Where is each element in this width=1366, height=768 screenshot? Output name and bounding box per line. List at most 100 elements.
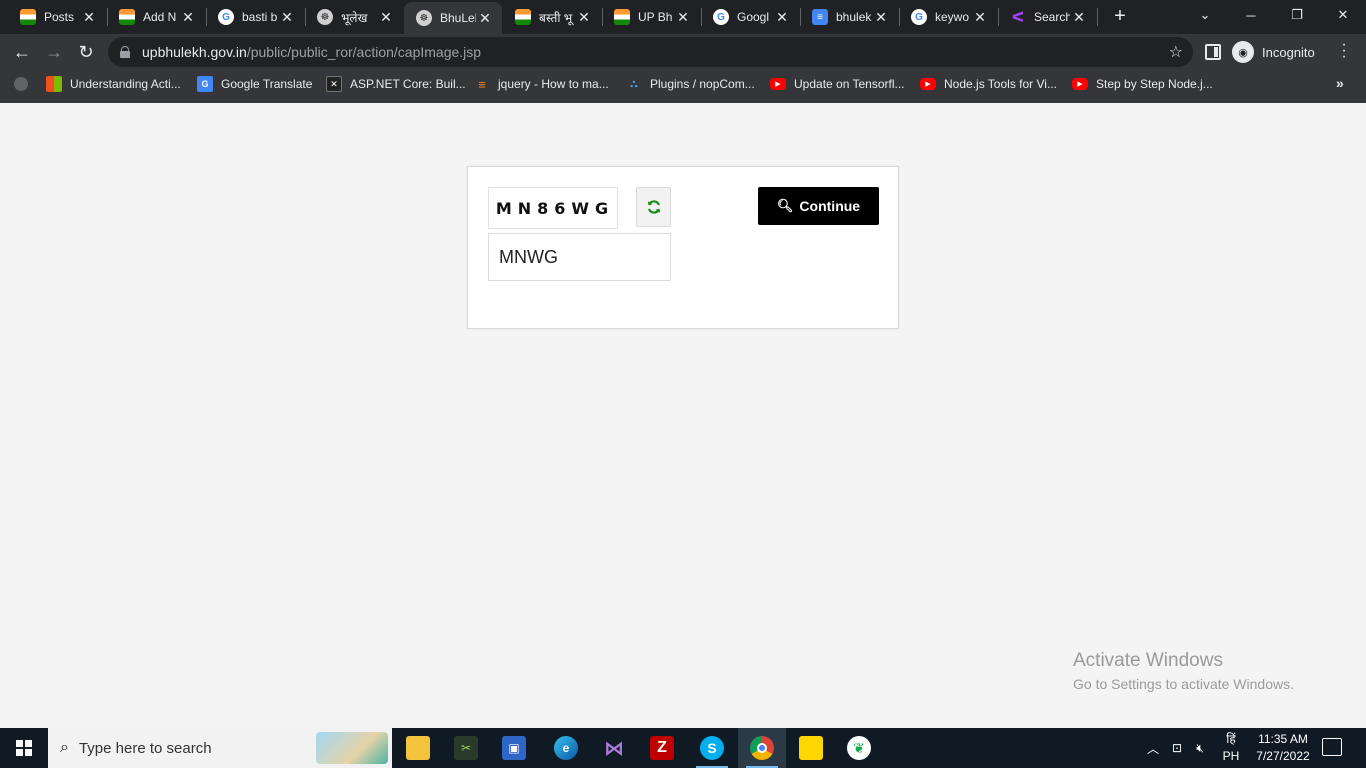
- tab-search[interactable]: ᐸ Search ✕: [998, 0, 1096, 34]
- remote-desktop-icon: ▣: [502, 736, 526, 760]
- browser-menu-icon[interactable]: · · ·: [1337, 37, 1351, 65]
- bookmark-label: Step by Step Node.j...: [1096, 77, 1213, 91]
- search-k-icon: ᐸ: [1011, 8, 1025, 25]
- tab-basti[interactable]: G basti b ✕: [206, 0, 304, 34]
- restore-icon[interactable]: ❐: [1274, 0, 1320, 30]
- microsoft-icon: [46, 76, 62, 92]
- refresh-captcha-button[interactable]: [636, 187, 671, 227]
- bookmark-google-translate[interactable]: G Google Translate: [197, 70, 312, 98]
- close-icon[interactable]: ✕: [872, 8, 890, 26]
- side-panel-icon[interactable]: [1205, 44, 1221, 60]
- tab-up-bhulekh[interactable]: UP Bh ✕: [602, 0, 700, 34]
- new-tab-button[interactable]: +: [1108, 4, 1132, 28]
- apps-globe-icon[interactable]: [14, 77, 28, 91]
- forward-icon[interactable]: →: [40, 38, 68, 66]
- refresh-icon: [647, 200, 660, 214]
- continue-button[interactable]: 🔍︎ Continue: [758, 187, 879, 225]
- tab-title: UP Bh: [638, 10, 673, 24]
- window-close-icon[interactable]: ✕: [1320, 0, 1366, 30]
- volume-muted-icon[interactable]: 🔇︎: [1190, 728, 1210, 768]
- reload-icon[interactable]: ↻: [72, 38, 100, 66]
- address-bar[interactable]: upbhulekh.gov.in/public/public_ror/actio…: [108, 37, 1193, 67]
- tab-title: Add N: [143, 10, 177, 24]
- close-icon[interactable]: ✕: [971, 8, 989, 26]
- input-language-indicator[interactable]: हिं PH: [1220, 731, 1242, 765]
- bookmark-aspnet[interactable]: ✕ ASP.NET Core: Buil...: [326, 70, 466, 98]
- tab-basti-hindi[interactable]: बस्ती भू ✕: [503, 0, 601, 34]
- url-host: upbhulekh.gov.in: [142, 44, 247, 60]
- bookmark-step-by-step[interactable]: ▶ Step by Step Node.j...: [1072, 70, 1213, 98]
- taskbar-remote-desktop[interactable]: ▣: [490, 728, 538, 768]
- notification-center-icon[interactable]: [1322, 738, 1342, 756]
- incognito-icon: ◉: [1232, 41, 1254, 63]
- back-icon[interactable]: ←: [8, 38, 36, 66]
- taskbar-chrome[interactable]: [738, 728, 786, 768]
- tab-google[interactable]: G Googl ✕: [701, 0, 799, 34]
- taskbar-search-box[interactable]: ⌕ Type here to search: [48, 728, 392, 768]
- taskbar-filezilla[interactable]: Z: [638, 728, 686, 768]
- captcha-input[interactable]: [488, 233, 671, 281]
- tab-posts[interactable]: Posts ✕: [8, 0, 106, 34]
- up-emblem-icon: ☸: [317, 9, 333, 25]
- close-icon[interactable]: ✕: [377, 8, 395, 26]
- tab-title: Search: [1034, 10, 1070, 24]
- tab-title: BhuLel: [440, 11, 476, 25]
- india-flag-icon: [119, 9, 135, 25]
- close-icon[interactable]: ✕: [1070, 8, 1088, 26]
- tab-title: Posts: [44, 10, 75, 24]
- bookmark-tensorflow[interactable]: ▶ Update on Tensorfl...: [770, 70, 905, 98]
- close-icon[interactable]: ✕: [773, 8, 791, 26]
- network-icon[interactable]: ⊡: [1168, 728, 1186, 768]
- tab-bhulek-doc[interactable]: ≡ bhulek ✕: [800, 0, 898, 34]
- more-bookmarks-icon[interactable]: »: [1336, 75, 1344, 91]
- tab-keyword[interactable]: G keywo ✕: [899, 0, 997, 34]
- captcha-card: MN86WG 🔍︎ Continue: [467, 166, 899, 329]
- show-hidden-icons-chevron[interactable]: ︿: [1144, 728, 1162, 768]
- bookmark-label: Plugins / nopCom...: [650, 77, 755, 91]
- bookmark-understanding[interactable]: Understanding Acti...: [46, 70, 181, 98]
- incognito-profile-button[interactable]: ◉ Incognito: [1232, 39, 1315, 65]
- close-icon[interactable]: ✕: [278, 8, 296, 26]
- key-icon: 🔍︎: [776, 198, 794, 213]
- aspnet-icon: ✕: [326, 76, 342, 92]
- language-script: हिं: [1226, 732, 1236, 746]
- tab-bhulekh-active[interactable]: ☸ BhuLel ✕: [404, 2, 502, 34]
- taskbar-sticky-notes[interactable]: [787, 728, 835, 768]
- taskbar-file-explorer[interactable]: [394, 728, 442, 768]
- taskbar-tools[interactable]: ✂: [442, 728, 490, 768]
- lock-icon[interactable]: [120, 46, 130, 58]
- bookmark-jquery[interactable]: ≡ jquery - How to ma...: [474, 70, 609, 98]
- close-icon[interactable]: ✕: [674, 8, 692, 26]
- close-icon[interactable]: ✕: [80, 8, 98, 26]
- youtube-icon: ▶: [1072, 78, 1088, 90]
- activate-windows-watermark: Activate Windows Go to Settings to activ…: [1073, 650, 1294, 692]
- windows-logo-icon: [16, 740, 32, 756]
- taskbar-edge[interactable]: e: [542, 728, 590, 768]
- skype-icon: S: [700, 736, 724, 760]
- taskbar-mongodb[interactable]: ❦: [835, 728, 883, 768]
- taskbar-skype[interactable]: S: [688, 728, 736, 768]
- bookmark-nopcommerce[interactable]: ∴ Plugins / nopCom...: [626, 70, 755, 98]
- close-icon[interactable]: ✕: [179, 8, 197, 26]
- system-clock[interactable]: 11:35 AM 7/27/2022: [1252, 731, 1314, 765]
- tab-bhulekh-hindi[interactable]: ☸ भूलेख ✕: [305, 0, 403, 34]
- bookmark-label: Update on Tensorfl...: [794, 77, 905, 91]
- nopcommerce-icon: ∴: [630, 78, 638, 91]
- language-region: PH: [1222, 749, 1240, 763]
- close-icon[interactable]: ✕: [476, 9, 494, 27]
- bookmark-label: jquery - How to ma...: [498, 77, 609, 91]
- bookmark-nodejs-tools[interactable]: ▶ Node.js Tools for Vi...: [920, 70, 1057, 98]
- tab-search-chevron-icon[interactable]: ⌄: [1182, 0, 1228, 30]
- clock-time: 11:35 AM: [1258, 732, 1308, 746]
- taskbar-visual-studio[interactable]: ⋈: [590, 728, 638, 768]
- clock-date: 7/27/2022: [1256, 749, 1310, 763]
- start-button[interactable]: [0, 728, 48, 768]
- sticky-notes-icon: [799, 736, 823, 760]
- close-icon[interactable]: ✕: [575, 8, 593, 26]
- google-icon: G: [911, 9, 927, 25]
- bookmark-star-icon[interactable]: ☆: [1169, 42, 1183, 62]
- visual-studio-icon: ⋈: [604, 737, 624, 760]
- minimize-icon[interactable]: ─: [1228, 0, 1274, 30]
- google-docs-icon: ≡: [812, 9, 828, 25]
- tab-add[interactable]: Add N ✕: [107, 0, 205, 34]
